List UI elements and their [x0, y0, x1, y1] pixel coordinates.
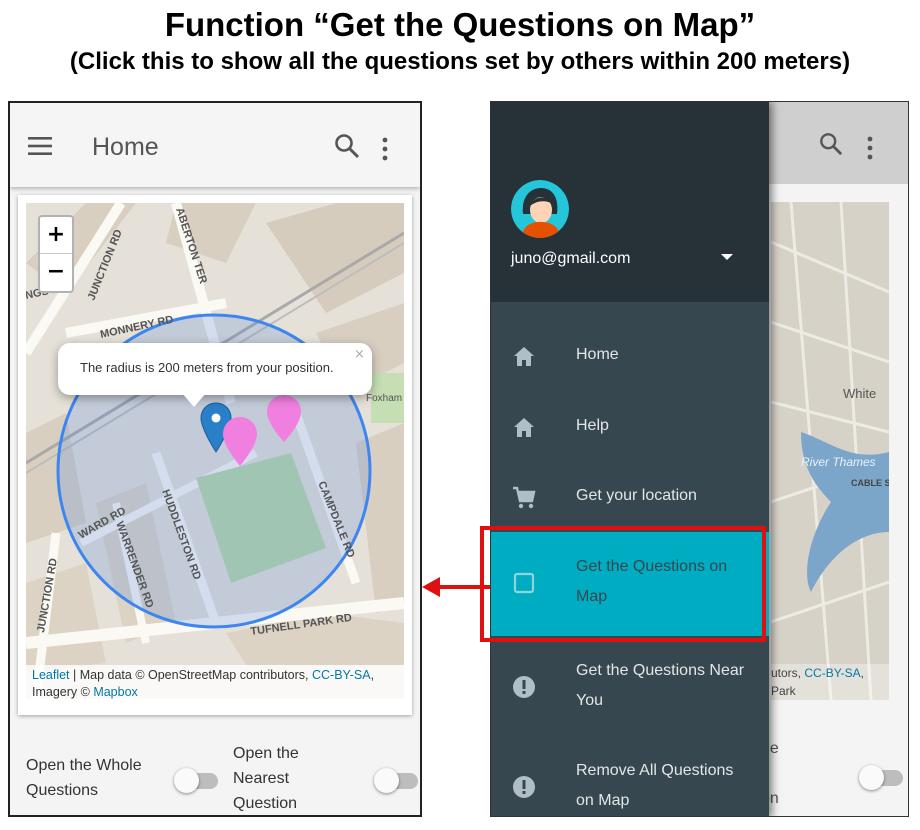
toggle-section: Open the Whole Questions Open the Nearest Q… [10, 723, 420, 815]
toggle-nearest-question[interactable] [374, 768, 418, 793]
toggle-knob [374, 768, 399, 793]
search-icon [820, 133, 843, 156]
chevron-down-icon[interactable] [721, 254, 733, 260]
home-icon [514, 418, 534, 437]
attribution-comma: , [370, 668, 375, 682]
home-icon [514, 347, 534, 366]
drawer-item-remove-questions[interactable]: Remove All Questions on Map [491, 752, 769, 816]
map-view[interactable]: JUNCTION RD ABERTON TER MONNERY RD HUDDL… [26, 203, 404, 699]
figure-title: Function “Get the Questions on Map” [164, 6, 756, 43]
toggle-whole-questions[interactable] [174, 768, 218, 793]
zoom-in-button[interactable]: + [40, 217, 72, 254]
zoom-out-button[interactable]: − [40, 254, 72, 290]
toggle-knob [174, 768, 199, 793]
avatar[interactable] [511, 180, 569, 238]
license-link[interactable]: CC-BY-SA [312, 668, 371, 682]
background-toggle-fragment: heton [761, 732, 908, 816]
background-map: White CABLE ST River Thames [771, 202, 889, 700]
alert-icon [513, 676, 535, 698]
left-phone-screen: Home JUNCTION RD ABERTON TER MONNERY RD … [8, 101, 422, 817]
background-attribution: utors, CC-BY-SA, Park [771, 664, 889, 700]
mapbox-link[interactable]: Mapbox [93, 685, 137, 699]
radius-popup: The radius is 200 meters from your posit… [58, 343, 372, 395]
more-vert-icon [867, 136, 873, 160]
drawer-header: juno@gmail.com [491, 102, 769, 302]
imagery-text: Imagery © [32, 685, 94, 699]
menu-icon[interactable] [28, 137, 52, 155]
map-label: White [843, 386, 876, 401]
drawer-item-label: Home [576, 346, 619, 363]
arrow-left-icon [422, 577, 490, 597]
search-icon[interactable] [334, 133, 360, 159]
drawer-item-label: Help [576, 417, 609, 434]
highlight-box [480, 526, 766, 642]
drawer-item-get-location[interactable]: Get your location [491, 472, 769, 522]
map-label: CABLE ST [851, 478, 889, 488]
popup-tip [182, 393, 206, 407]
figure-subtitle: (Click this to show all the questions se… [69, 48, 851, 75]
drawer-item-questions-near-you[interactable]: Get the Questions Near You [491, 652, 769, 722]
drawer-item-help[interactable]: Help [491, 402, 769, 452]
zoom-control: + − [38, 215, 74, 293]
drawer-item-label: Remove All Questions on Map [576, 762, 734, 809]
drawer-item-label: Get the Questions Near You [576, 662, 745, 709]
navigation-drawer: juno@gmail.com Home Help Get your locati… [491, 102, 769, 816]
page-title: Home [92, 133, 159, 161]
right-phone-screen: White CABLE ST River Thames utors, CC-BY… [490, 101, 909, 817]
drawer-item-label: Get your location [576, 487, 697, 504]
popup-message: The radius is 200 meters from your posit… [80, 360, 334, 375]
alert-icon [513, 776, 535, 798]
more-vert-icon[interactable] [380, 137, 390, 161]
toggle-label-whole-questions: Open the Whole Questions [26, 757, 142, 799]
user-email: juno@gmail.com [511, 250, 631, 267]
app-bar: Home [10, 103, 420, 187]
attribution-text: | Map data © OpenStreetMap contributors, [69, 668, 312, 682]
leaflet-link[interactable]: Leaflet [32, 668, 70, 682]
map-tiles: JUNCTION RD ABERTON TER MONNERY RD HUDDL… [26, 203, 404, 699]
map-label: River Thames [801, 455, 876, 469]
map-attribution: Leaflet | Map data © OpenStreetMap contr… [26, 665, 404, 699]
cart-icon [513, 486, 536, 509]
street-label: Foxham Garden [366, 393, 404, 404]
drawer-item-home[interactable]: Home [491, 332, 769, 382]
map-card: JUNCTION RD ABERTON TER MONNERY RD HUDDL… [18, 195, 412, 715]
toggle-label-nearest-question: Open the Nearest Question [233, 745, 299, 812]
popup-close-button[interactable]: × [354, 347, 365, 362]
